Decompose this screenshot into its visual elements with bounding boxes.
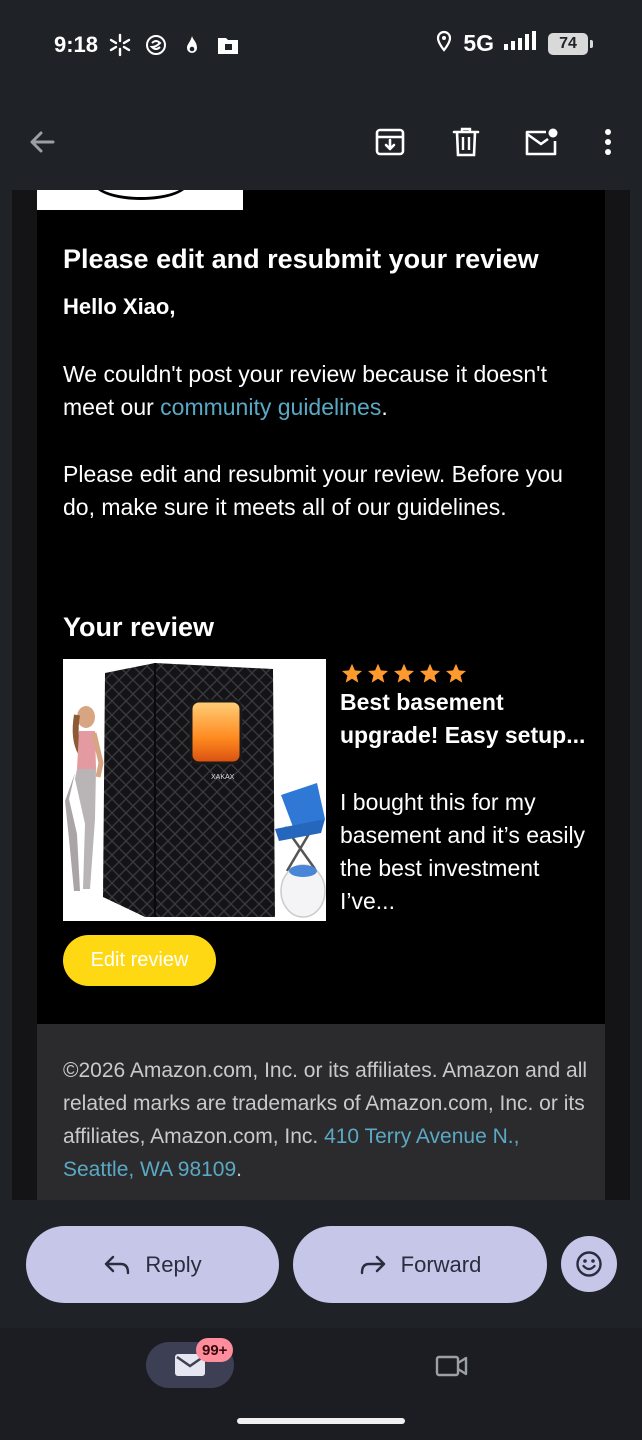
star-icon <box>342 663 362 683</box>
forward-label: Forward <box>400 1251 482 1277</box>
location-icon <box>435 30 453 57</box>
email-headline: Please edit and resubmit your review <box>63 244 539 274</box>
email-toolbar <box>0 100 642 184</box>
email-paragraph-2: Please edit and resubmit your review. Be… <box>63 461 563 520</box>
product-brand-label: XAKAX <box>211 774 235 781</box>
video-camera-icon <box>435 1355 468 1377</box>
email-body-scroll[interactable]: Please edit and resubmit your review Hel… <box>12 190 630 1200</box>
unread-count-badge: 99+ <box>196 1338 234 1362</box>
home-indicator[interactable] <box>237 1418 405 1424</box>
review-section-title: Your review <box>63 612 215 642</box>
email-greeting: Hello Xiao, <box>63 294 176 319</box>
review-heading: Best basement upgrade! Easy setup... <box>340 689 586 748</box>
folder-icon <box>216 33 240 57</box>
email-screen: 9:18 5G 74 Please edit and resubmit your… <box>0 0 642 1440</box>
review-star-rating <box>340 662 468 686</box>
sparkle-icon <box>108 33 132 57</box>
community-guidelines-link[interactable]: community guidelines <box>160 394 381 420</box>
emoji-reaction-button[interactable] <box>561 1236 617 1292</box>
smiley-icon <box>576 1251 602 1277</box>
star-icon <box>446 663 466 683</box>
footer-end: . <box>236 1158 243 1181</box>
email-footer: ©2026 Amazon.com, Inc. or its affiliates… <box>37 1024 605 1200</box>
star-icon <box>394 663 414 683</box>
reply-label: Reply <box>145 1251 202 1277</box>
flame-icon <box>180 33 204 57</box>
signal-icon <box>504 30 538 57</box>
bottom-navigation: 99+ <box>0 1328 642 1440</box>
email-card: Please edit and resubmit your review Hel… <box>37 190 605 1024</box>
edit-review-button[interactable]: Edit review <box>63 935 216 986</box>
forward-icon <box>360 1255 385 1274</box>
status-right-group: 5G 74 <box>435 30 593 57</box>
back-arrow-icon[interactable] <box>18 118 66 166</box>
forward-button[interactable]: Forward <box>293 1226 547 1303</box>
battery-indicator: 74 <box>548 32 593 55</box>
reply-actions: Reply Forward <box>0 1200 642 1328</box>
star-icon <box>420 663 440 683</box>
review-body: I bought this for my basement and it’s e… <box>340 789 586 914</box>
paragraph-1-end: . <box>381 394 388 420</box>
status-notification-icons <box>108 33 240 57</box>
footer-text: ©2026 Amazon.com, Inc. or its affiliates… <box>63 1054 593 1186</box>
app-circle-icon <box>144 33 168 57</box>
network-type: 5G <box>463 30 494 56</box>
reply-button[interactable]: Reply <box>26 1226 279 1303</box>
archive-icon[interactable] <box>366 118 414 166</box>
more-options-icon[interactable] <box>584 118 632 166</box>
email-header-image <box>37 190 243 210</box>
status-bar: 9:18 5G 74 <box>0 0 642 92</box>
mark-unread-icon[interactable] <box>517 118 565 166</box>
product-image[interactable]: XAKAX <box>63 659 326 921</box>
star-icon <box>368 663 388 683</box>
nav-meet-tab[interactable] <box>432 1348 472 1384</box>
email-paragraph-1: We couldn't post your review because it … <box>63 358 583 424</box>
delete-icon[interactable] <box>442 118 490 166</box>
reply-icon <box>105 1255 130 1274</box>
status-time: 9:18 <box>54 32 99 57</box>
